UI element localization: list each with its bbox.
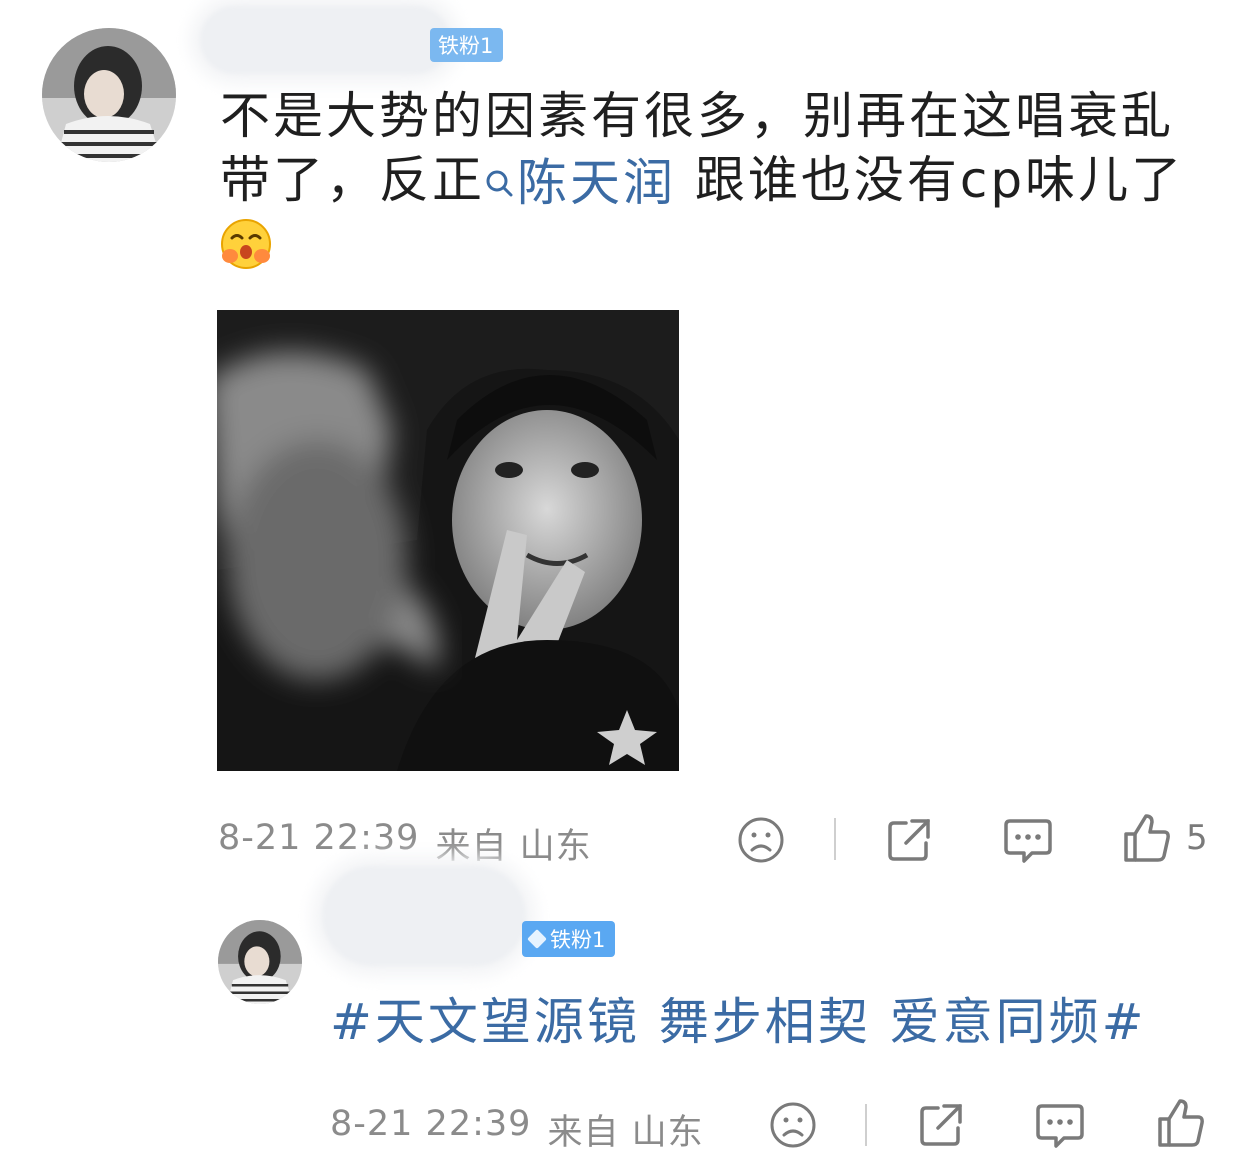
commenter-avatar[interactable] [42,28,176,162]
share-icon [920,1104,962,1146]
reply-fan-badge-label: 铁粉1 [550,928,606,952]
action-divider [834,818,836,860]
frown-icon [738,817,784,863]
reply-frown-button[interactable] [768,1100,818,1150]
reply-share-button[interactable] [916,1100,966,1150]
comment-text-part-2: 跟谁也没有cp味儿了 [676,151,1185,209]
commenter-name-blurred[interactable] [200,6,450,74]
fan-badge-label: 铁粉1 [438,34,494,58]
replier-name-blurred[interactable] [322,866,526,966]
comment-text: 不是大势的因素有很多，别再在这唱衰乱带了，反正 陈天润 跟谁也没有cp味儿了 [220,84,1210,279]
search-icon [486,170,513,197]
comment-time: 8-21 22:39 [218,818,420,858]
comment-meta: 8-21 22:39 来自 山东 [218,818,592,869]
share-button[interactable] [884,815,934,865]
thumbs-up-icon [1158,1099,1204,1147]
mention-label: 陈天润 [517,154,676,212]
reply-action-divider [865,1104,867,1146]
like-count: 5 [1186,818,1208,858]
reply-comment-button[interactable] [1034,1100,1086,1150]
reply-button[interactable] [1002,815,1054,865]
reply-topic-link[interactable]: #天文望源镜 舞步相契 爱意同频# [330,990,1147,1054]
frown-icon [770,1102,816,1148]
comment-icon [1004,819,1052,863]
avatar-photo [218,920,302,1004]
frown-button[interactable] [736,815,786,865]
reply-avatar[interactable] [218,920,302,1004]
comment-icon [1036,1104,1084,1148]
reply-meta: 8-21 22:39 来自 山东 [330,1104,704,1155]
fan-badge[interactable]: 铁粉1 [430,28,504,62]
mention-link[interactable]: 陈天润 [485,151,676,215]
thumbs-up-icon [1124,814,1170,862]
comment-location: 来自 山东 [435,827,592,867]
blush-emoji-icon [221,219,271,269]
comment-image[interactable] [217,310,679,771]
reply-like-button[interactable] [1156,1097,1206,1149]
share-icon [888,819,930,861]
reply-location: 来自 山东 [547,1113,704,1153]
like-button[interactable]: 5 [1122,812,1208,864]
photo-content [217,310,679,771]
reply-fan-badge[interactable]: 铁粉1 [522,921,616,957]
reply-time: 8-21 22:39 [330,1104,532,1144]
diamond-icon [527,929,547,949]
avatar-photo [42,28,176,162]
